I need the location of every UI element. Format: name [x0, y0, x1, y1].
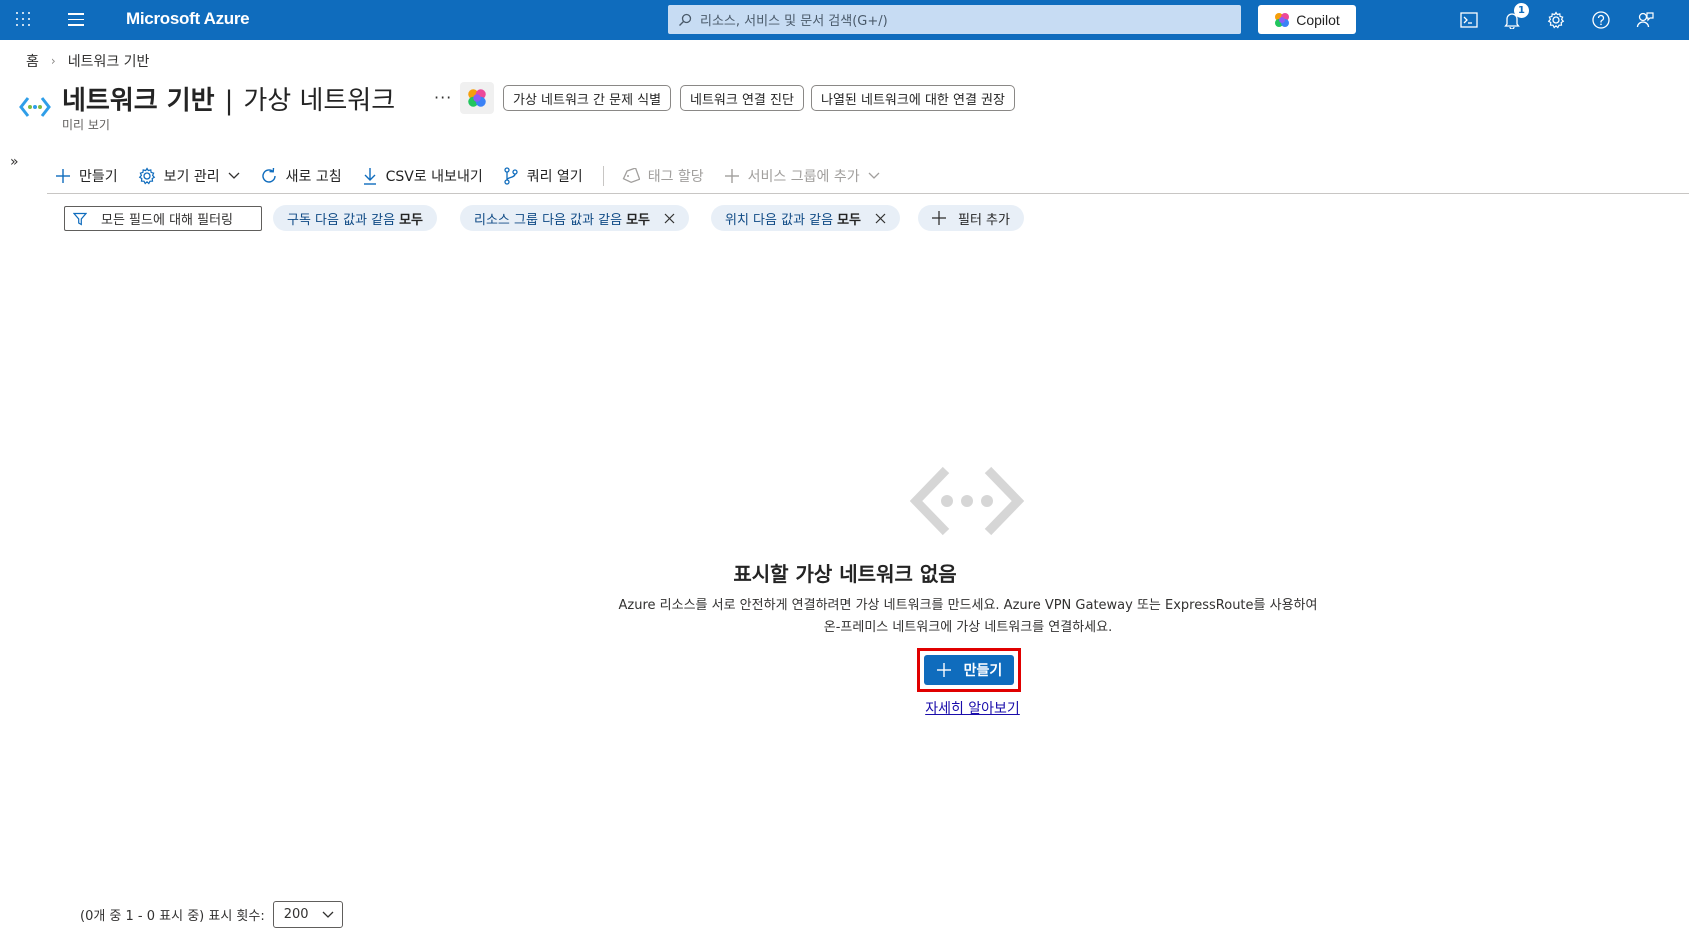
- notifications-icon[interactable]: 1: [1500, 3, 1529, 32]
- create-command[interactable]: 만들기: [55, 166, 118, 186]
- cloud-shell-icon[interactable]: [1457, 8, 1481, 32]
- virtual-network-empty-icon: [910, 466, 1024, 536]
- help-icon[interactable]: [1589, 8, 1613, 32]
- search-icon: [679, 13, 692, 26]
- empty-state-title: 표시할 가상 네트워크 없음: [733, 562, 957, 586]
- expand-sidebar-icon[interactable]: »: [10, 154, 19, 170]
- breadcrumb-home[interactable]: 홈: [26, 51, 39, 71]
- plus-icon: [932, 211, 946, 225]
- plus-icon: [56, 169, 70, 183]
- copilot-icon: [468, 89, 486, 107]
- export-csv-command[interactable]: CSV로 내보내기: [362, 166, 483, 186]
- chevron-down-icon: [868, 172, 880, 179]
- close-icon[interactable]: [664, 213, 675, 224]
- virtual-network-icon: [19, 97, 51, 117]
- filter-chip-resource-group[interactable]: 리소스 그룹 다음 값과 같음 모두: [460, 205, 690, 231]
- plus-icon: [724, 169, 739, 183]
- chevron-down-icon: [228, 172, 240, 179]
- gear-icon: [138, 167, 155, 185]
- global-search-input[interactable]: 리소스, 서비스 및 문서 검색(G+/): [668, 5, 1241, 34]
- add-filter-button[interactable]: 필터 추가: [918, 205, 1024, 231]
- pagination-summary: (0개 중 1 - 0 표시 중) 표시 횟수:: [80, 909, 265, 924]
- copilot-header-button[interactable]: [460, 82, 494, 114]
- page-title: 네트워크 기반 | 가상 네트워크: [62, 86, 396, 116]
- filter-all-fields-input[interactable]: 모든 필드에 대해 필터링: [64, 206, 262, 231]
- app-launcher-icon[interactable]: [16, 12, 32, 28]
- copilot-button[interactable]: Copilot: [1258, 5, 1356, 34]
- filter-chip-location[interactable]: 위치 다음 값과 같음 모두: [711, 205, 900, 231]
- chevron-right-icon: ›: [50, 54, 56, 68]
- identify-vnet-issues-button[interactable]: 가상 네트워크 간 문제 식별: [503, 85, 672, 111]
- query-branch-icon: [504, 167, 518, 185]
- filter-icon: [73, 212, 87, 226]
- command-separator: [602, 166, 604, 186]
- close-icon[interactable]: [875, 213, 886, 224]
- top-bar: Microsoft Azure 리소스, 서비스 및 문서 검색(G+/) Co…: [0, 0, 1689, 40]
- create-vnet-button[interactable]: 만들기: [924, 655, 1014, 685]
- assign-tags-command[interactable]: 태그 할당: [622, 166, 704, 186]
- notification-badge: 1: [1514, 3, 1529, 18]
- breadcrumb-current[interactable]: 네트워크 기반: [68, 51, 150, 71]
- manage-view-command[interactable]: 보기 관리: [138, 166, 240, 186]
- add-to-service-group-command[interactable]: 서비스 그룹에 추가: [724, 166, 880, 186]
- command-bar: 만들기 보기 관리 새로 고침 CSV로 내보내기 쿼리 열기 태그 할당 서비…: [47, 158, 1689, 194]
- empty-state-description: Azure 리소스를 서로 안전하게 연결하려면 가상 네트워크를 만드세요. …: [618, 598, 1318, 635]
- copilot-label: Copilot: [1296, 11, 1340, 28]
- learn-more-link[interactable]: 자세히 알아보기: [0, 698, 1689, 718]
- copilot-icon: [1275, 12, 1290, 27]
- filter-chip-subscription[interactable]: 구독 다음 값과 같음 모두: [273, 205, 437, 231]
- menu-icon[interactable]: [68, 13, 84, 27]
- settings-gear-icon[interactable]: [1544, 8, 1568, 32]
- download-icon: [363, 168, 376, 185]
- diagnose-network-connection-button[interactable]: 네트워크 연결 진단: [680, 85, 804, 111]
- brand-title[interactable]: Microsoft Azure: [126, 9, 250, 29]
- chevron-down-icon: [322, 911, 334, 918]
- tag-icon: [622, 168, 640, 184]
- search-placeholder: 리소스, 서비스 및 문서 검색(G+/): [700, 14, 888, 29]
- breadcrumb: 홈 › 네트워크 기반: [26, 51, 149, 71]
- plus-icon: [936, 663, 951, 677]
- more-options-icon[interactable]: ···: [434, 88, 452, 107]
- refresh-icon: [261, 167, 276, 183]
- page-size-select[interactable]: 200: [272, 901, 343, 928]
- preview-label: 미리 보기: [62, 118, 110, 132]
- feedback-icon[interactable]: [1633, 8, 1657, 32]
- pagination-footer: (0개 중 1 - 0 표시 중) 표시 횟수: 200: [80, 901, 343, 928]
- open-query-command[interactable]: 쿼리 열기: [503, 166, 583, 186]
- refresh-command[interactable]: 새로 고침: [260, 166, 342, 186]
- connectivity-recommendation-button[interactable]: 나열된 네트워크에 대한 연결 권장: [811, 85, 1015, 111]
- command-bar-divider: [47, 193, 1689, 194]
